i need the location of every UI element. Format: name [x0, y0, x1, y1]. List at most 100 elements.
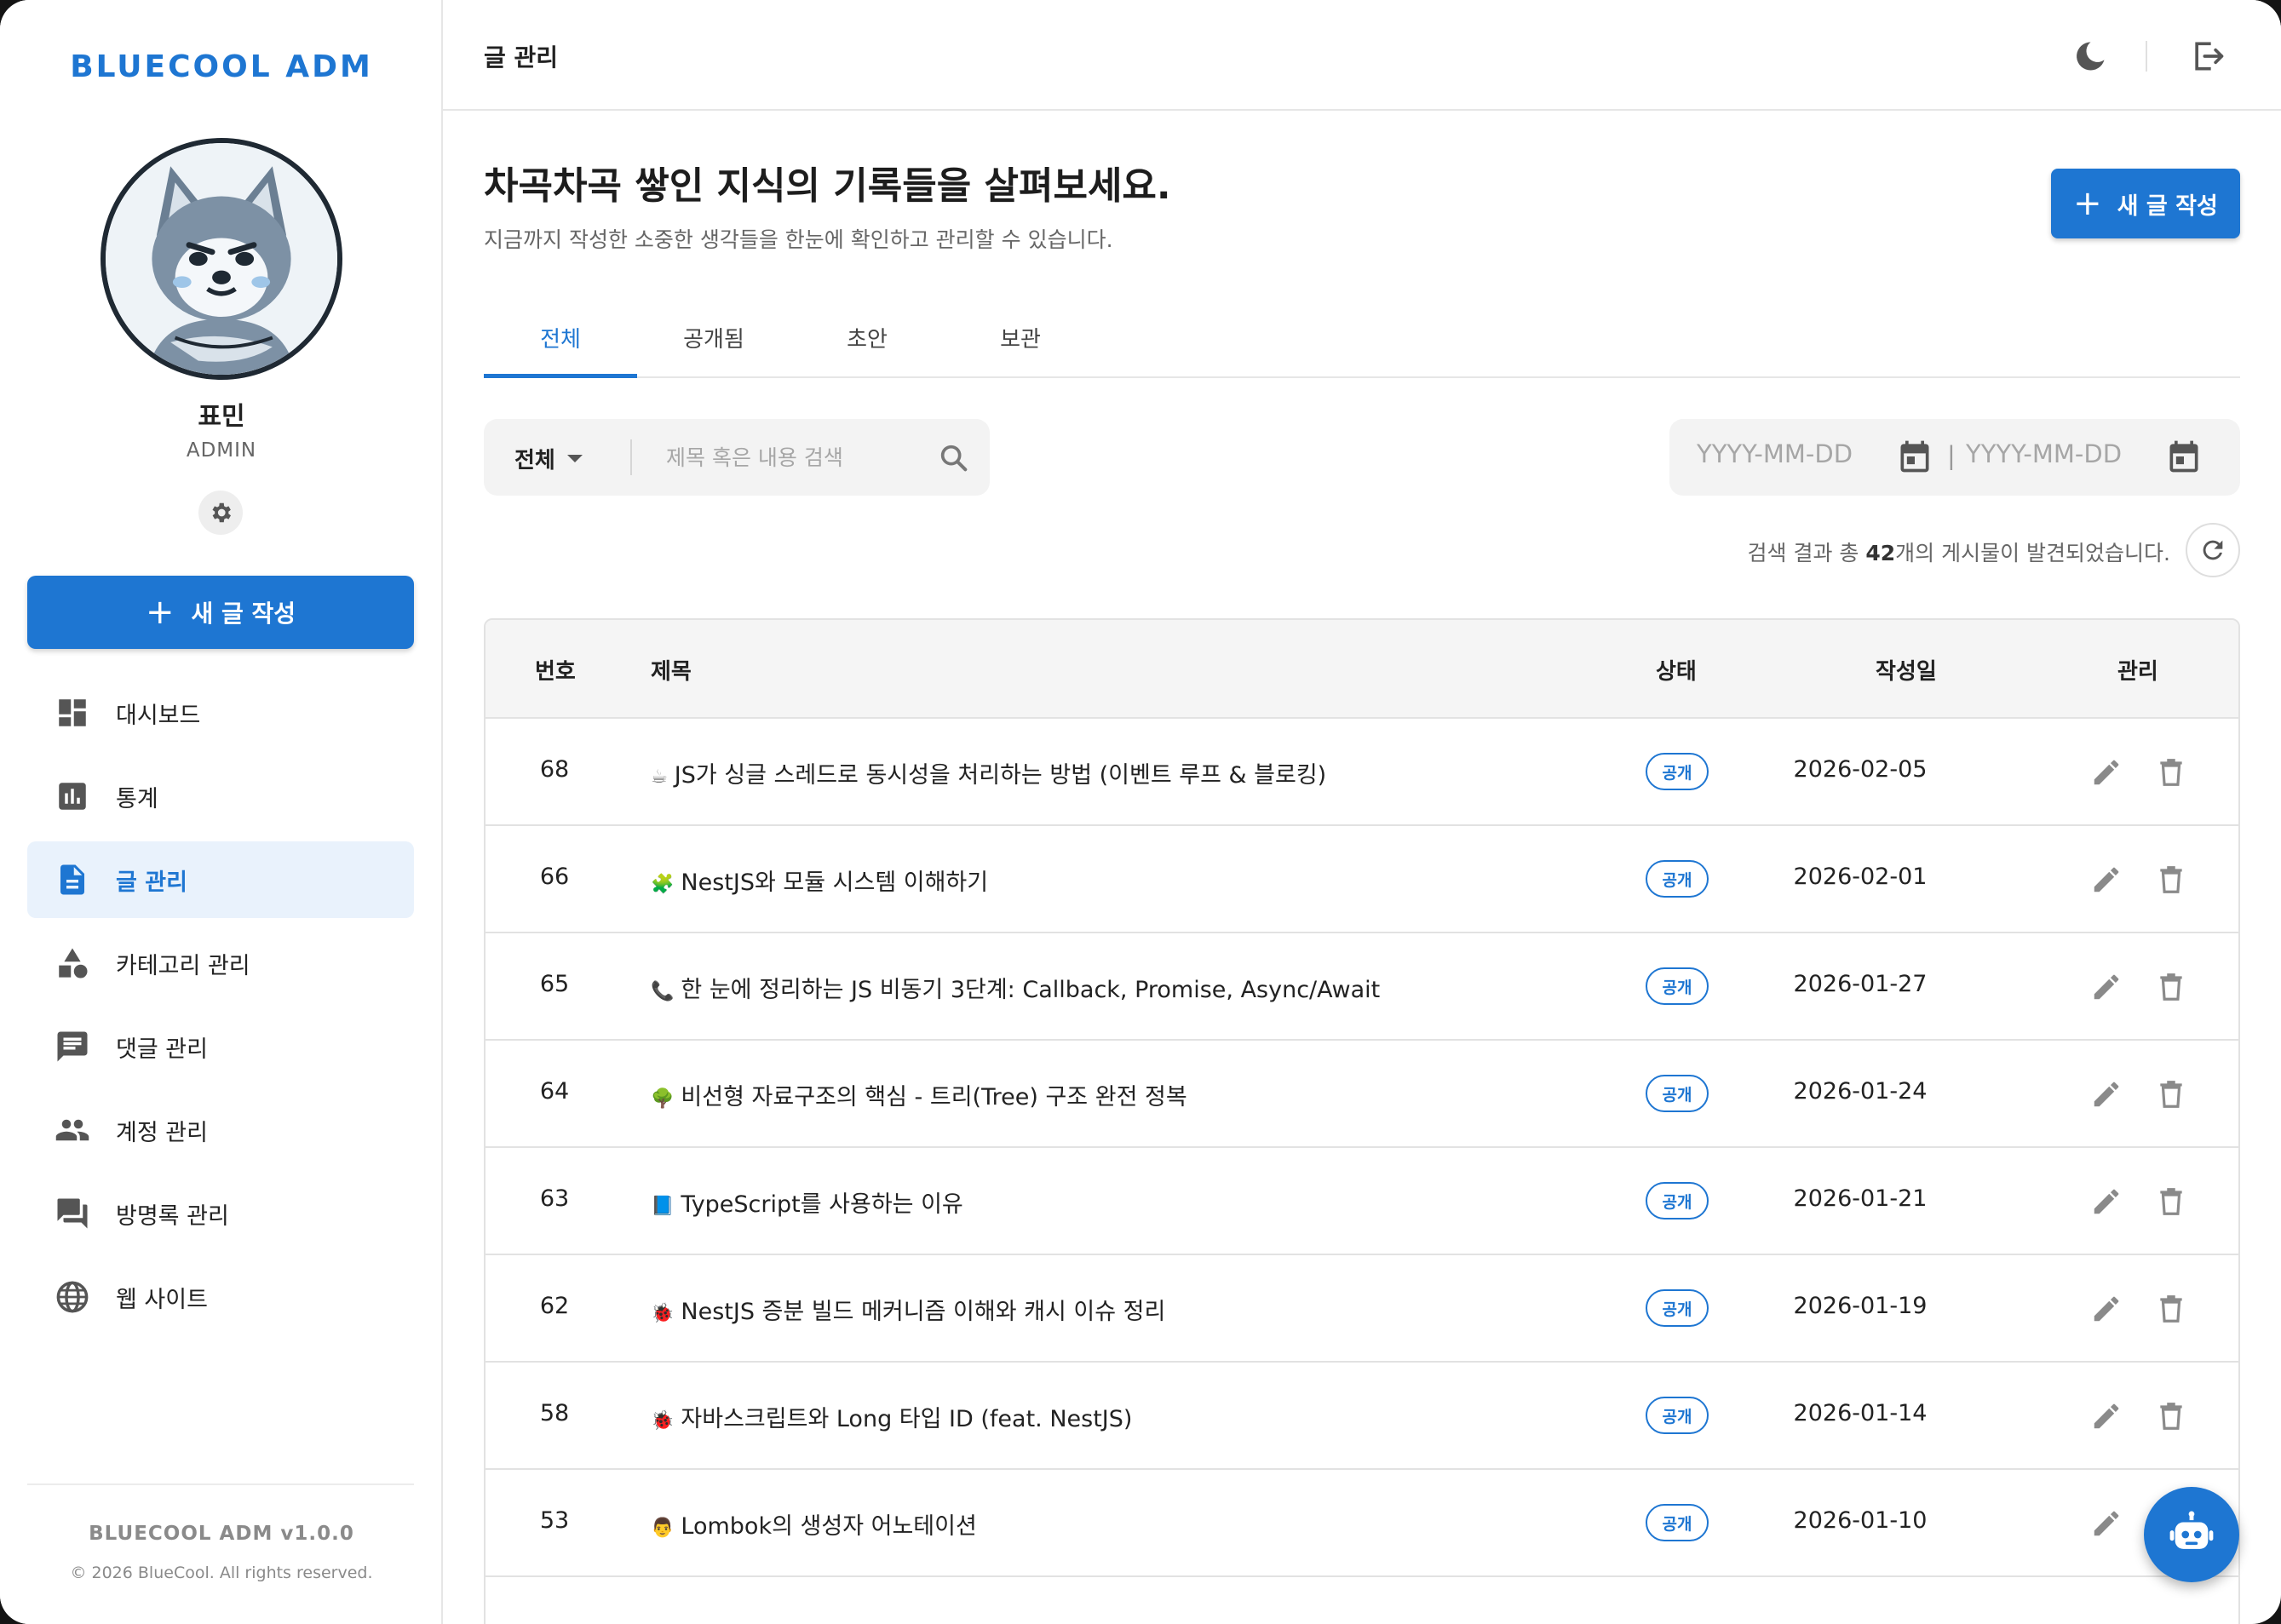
table-row[interactable]: 66 🧩 NestJS와 모듈 시스템 이해하기 공개 2026-02-01	[486, 826, 2238, 933]
post-title[interactable]: 👨 Lombok의 생성자 어노테이션	[651, 1507, 1673, 1541]
logout-icon[interactable]	[2189, 37, 2226, 75]
sidebar-divider	[27, 1483, 414, 1485]
status-badge: 공개	[1646, 1182, 1709, 1219]
post-title-text: 자바스크립트와 Long 타입 ID (feat. NestJS)	[681, 1406, 1133, 1432]
people-icon	[55, 1119, 89, 1141]
plus-icon: +	[145, 593, 175, 632]
table-row[interactable]: 53 👨 Lombok의 생성자 어노테이션 공개 2026-01-10	[486, 1470, 2238, 1577]
status-badge: 공개	[1646, 860, 1709, 898]
date-separator: |	[1947, 441, 1956, 470]
tab-drafts[interactable]: 초안	[790, 305, 944, 378]
date-from-input[interactable]: YYYY-MM-DD	[1697, 439, 1853, 468]
edit-icon[interactable]	[2090, 1507, 2123, 1540]
sidebar-item-stats[interactable]: 통계	[27, 758, 414, 835]
edit-icon[interactable]	[2090, 1400, 2123, 1432]
post-emoji: 📘	[651, 1196, 675, 1217]
post-title[interactable]: 🐞 자바스크립트와 Long 타입 ID (feat. NestJS)	[651, 1400, 1673, 1433]
table-body: 68 ☕ JS가 싱글 스레드로 동시성을 처리하는 방법 (이벤트 루프 & 블로…	[486, 719, 2238, 1577]
table-row[interactable]: 68 ☕ JS가 싱글 스레드로 동시성을 처리하는 방법 (이벤트 루프 & 블로…	[486, 719, 2238, 826]
post-title-text: Lombok의 생성자 어노테이션	[681, 1513, 977, 1540]
post-emoji: 👨	[651, 1518, 675, 1539]
post-emoji: 🧩	[651, 874, 675, 895]
brand-logo[interactable]: BLUECOOL ADM	[0, 49, 443, 84]
table-row[interactable]: 62 🐞 NestJS 증분 빌드 메커니즘 이해와 캐시 이슈 정리 공개 2026-…	[486, 1255, 2238, 1363]
status-badge: 공개	[1646, 1289, 1709, 1327]
sidebar-item-label: 카테고리 관리	[116, 952, 250, 979]
sidebar-new-post-label: 새 글 작성	[191, 600, 296, 628]
sidebar-new-post-button[interactable]: + 새 글 작성	[27, 576, 414, 649]
trash-icon[interactable]	[2155, 1400, 2187, 1432]
post-title[interactable]: 🐞 NestJS 증분 빌드 메커니즘 이해와 캐시 이슈 정리	[651, 1293, 1673, 1326]
post-date: 2026-01-14	[1793, 1400, 1928, 1426]
post-date: 2026-01-10	[1793, 1507, 1928, 1534]
tab-archived[interactable]: 보관	[944, 305, 1097, 378]
status-badge: 공개	[1646, 753, 1709, 790]
table-row[interactable]: 65 📞 한 눈에 정리하는 JS 비동기 3단계: Callback, Promi…	[486, 933, 2238, 1041]
edit-icon[interactable]	[2090, 1185, 2123, 1218]
trash-icon[interactable]	[2155, 1293, 2187, 1325]
sidebar-item-label: 웹 사이트	[116, 1286, 208, 1313]
post-number: 64	[539, 1078, 570, 1105]
trash-icon[interactable]	[2155, 756, 2187, 789]
result-count: 42	[1865, 541, 1896, 565]
post-title-text: NestJS 증분 빌드 메커니즘 이해와 캐시 이슈 정리	[681, 1299, 1166, 1325]
tab-all[interactable]: 전체	[484, 305, 637, 378]
edit-icon[interactable]	[2090, 1078, 2123, 1110]
sidebar-item-guestbook[interactable]: 방명록 관리	[27, 1175, 414, 1252]
edit-icon[interactable]	[2090, 864, 2123, 896]
robot-icon	[2169, 1511, 2214, 1549]
posts-table: 번호 제목 상태 작성일 관리 68 ☕ JS가 싱글 스레드로 동시성을 처리하는…	[484, 618, 2240, 1624]
edit-icon[interactable]	[2090, 756, 2123, 789]
sidebar-item-posts[interactable]: 글 관리	[27, 841, 414, 918]
moon-icon[interactable]	[2071, 37, 2109, 75]
table-row[interactable]: 58 🐞 자바스크립트와 Long 타입 ID (feat. NestJS) 공개 20…	[486, 1363, 2238, 1470]
profile-settings-button[interactable]	[198, 491, 243, 535]
column-header-actions: 관리	[2117, 659, 2158, 685]
column-header-status: 상태	[1656, 659, 1697, 685]
sidebar-item-website[interactable]: 웹 사이트	[27, 1259, 414, 1335]
post-title[interactable]: 🌳 비선형 자료구조의 핵심 - 트리(Tree) 구조 완전 정복	[651, 1078, 1673, 1111]
column-header-number: 번호	[535, 659, 576, 685]
calendar-icon[interactable]	[1896, 438, 1933, 475]
sidebar-item-dashboard[interactable]: 대시보드	[27, 674, 414, 751]
tab-published[interactable]: 공개됨	[637, 305, 790, 378]
edit-icon[interactable]	[2090, 971, 2123, 1003]
trash-icon[interactable]	[2155, 1185, 2187, 1218]
search-result-count: 검색 결과 총 42개의 게시물이 발견되었습니다.	[1618, 537, 2170, 567]
table-row[interactable]: 63 📘 TypeScript를 사용하는 이유 공개 2026-01-21	[486, 1148, 2238, 1255]
post-title[interactable]: 📘 TypeScript를 사용하는 이유	[651, 1185, 1673, 1219]
filter-select[interactable]: 전체	[514, 443, 583, 474]
sidebar-item-label: 통계	[116, 785, 158, 812]
app-version: BLUECOOL ADM v1.0.0	[89, 1523, 354, 1545]
copyright: © 2026 BlueCool. All rights reserved.	[70, 1564, 373, 1582]
post-emoji: 🐞	[651, 1410, 675, 1432]
post-title[interactable]: 🧩 NestJS와 모듈 시스템 이해하기	[651, 864, 1673, 897]
date-to-input[interactable]: YYYY-MM-DD	[1966, 439, 2122, 468]
sidebar-item-accounts[interactable]: 계정 관리	[27, 1092, 414, 1168]
post-title[interactable]: 📞 한 눈에 정리하는 JS 비동기 3단계: Callback, Promise…	[651, 971, 1673, 1004]
chatbot-button[interactable]	[2144, 1487, 2239, 1582]
sidebar-item-comments[interactable]: 댓글 관리	[27, 1008, 414, 1085]
calendar-icon[interactable]	[2165, 438, 2203, 475]
post-number: 58	[539, 1400, 570, 1426]
trash-icon[interactable]	[2155, 864, 2187, 896]
post-title[interactable]: ☕ JS가 싱글 스레드로 동시성을 처리하는 방법 (이벤트 루프 & 블로킹)	[651, 756, 1673, 789]
sidebar-item-label: 대시보드	[116, 702, 201, 729]
search-input[interactable]	[666, 438, 922, 477]
post-title-text: JS가 싱글 스레드로 동시성을 처리하는 방법 (이벤트 루프 & 블로킹)	[674, 762, 1327, 789]
edit-icon[interactable]	[2090, 1293, 2123, 1325]
page-title: 차곡차곡 쌓인 지식의 기록들을 살펴보세요.	[484, 164, 1171, 208]
filter-select-value: 전체	[514, 448, 555, 473]
post-date: 2026-02-01	[1793, 864, 1928, 890]
trash-icon[interactable]	[2155, 971, 2187, 1003]
post-number: 62	[539, 1293, 570, 1319]
search-icon[interactable]	[937, 441, 971, 475]
plus-icon: +	[2073, 184, 2102, 223]
new-post-button[interactable]: + 새 글 작성	[2051, 169, 2240, 238]
post-number: 66	[539, 864, 570, 890]
document-icon	[60, 864, 84, 895]
table-row[interactable]: 64 🌳 비선형 자료구조의 핵심 - 트리(Tree) 구조 완전 정복 공개 202…	[486, 1041, 2238, 1148]
sidebar-item-categories[interactable]: 카테고리 관리	[27, 925, 414, 1001]
refresh-button[interactable]	[2186, 523, 2240, 577]
trash-icon[interactable]	[2155, 1078, 2187, 1110]
